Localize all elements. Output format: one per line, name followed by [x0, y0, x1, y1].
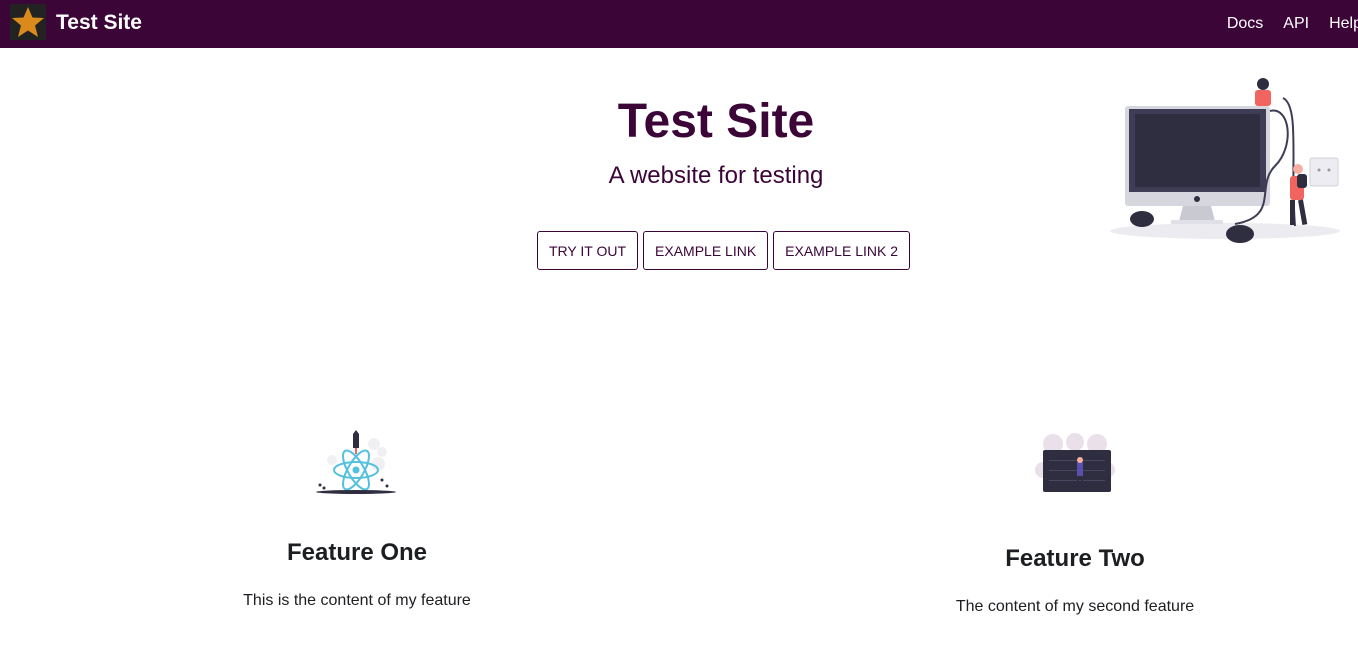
example-link-button[interactable]: EXAMPLE LINK [643, 231, 769, 270]
react-atom-rocket-icon [316, 430, 396, 494]
try-it-out-button[interactable]: TRY IT OUT [537, 231, 639, 270]
nav-link-api[interactable]: API [1283, 13, 1309, 35]
top-navbar: Test Site Docs API Help [0, 0, 1358, 48]
computer-setup-illustration-icon [1105, 76, 1340, 251]
server-rack-icon [1035, 433, 1115, 492]
example-link-2-button[interactable]: EXAMPLE LINK 2 [773, 231, 910, 270]
nav-link-help[interactable]: Help [1329, 13, 1358, 35]
feature-one: Feature One This is the content of my fe… [157, 430, 557, 612]
star-logo-icon[interactable] [10, 4, 46, 40]
feature-two-content: The content of my second feature [955, 598, 1195, 615]
hero-section: Test Site A website for testing TRY IT O… [0, 48, 1358, 298]
nav-link-docs[interactable]: Docs [1227, 13, 1263, 35]
feature-two: Feature Two The content of my second fea… [875, 430, 1275, 618]
hero-buttons: TRY IT OUT EXAMPLE LINK EXAMPLE LINK 2 [537, 231, 910, 270]
brand-title[interactable]: Test Site [56, 10, 142, 36]
feature-one-title: Feature One [286, 539, 428, 566]
feature-one-content: This is the content of my feature [243, 592, 471, 609]
nav-links: Docs API Help [1227, 0, 1358, 48]
feature-two-title: Feature Two [1005, 545, 1145, 572]
